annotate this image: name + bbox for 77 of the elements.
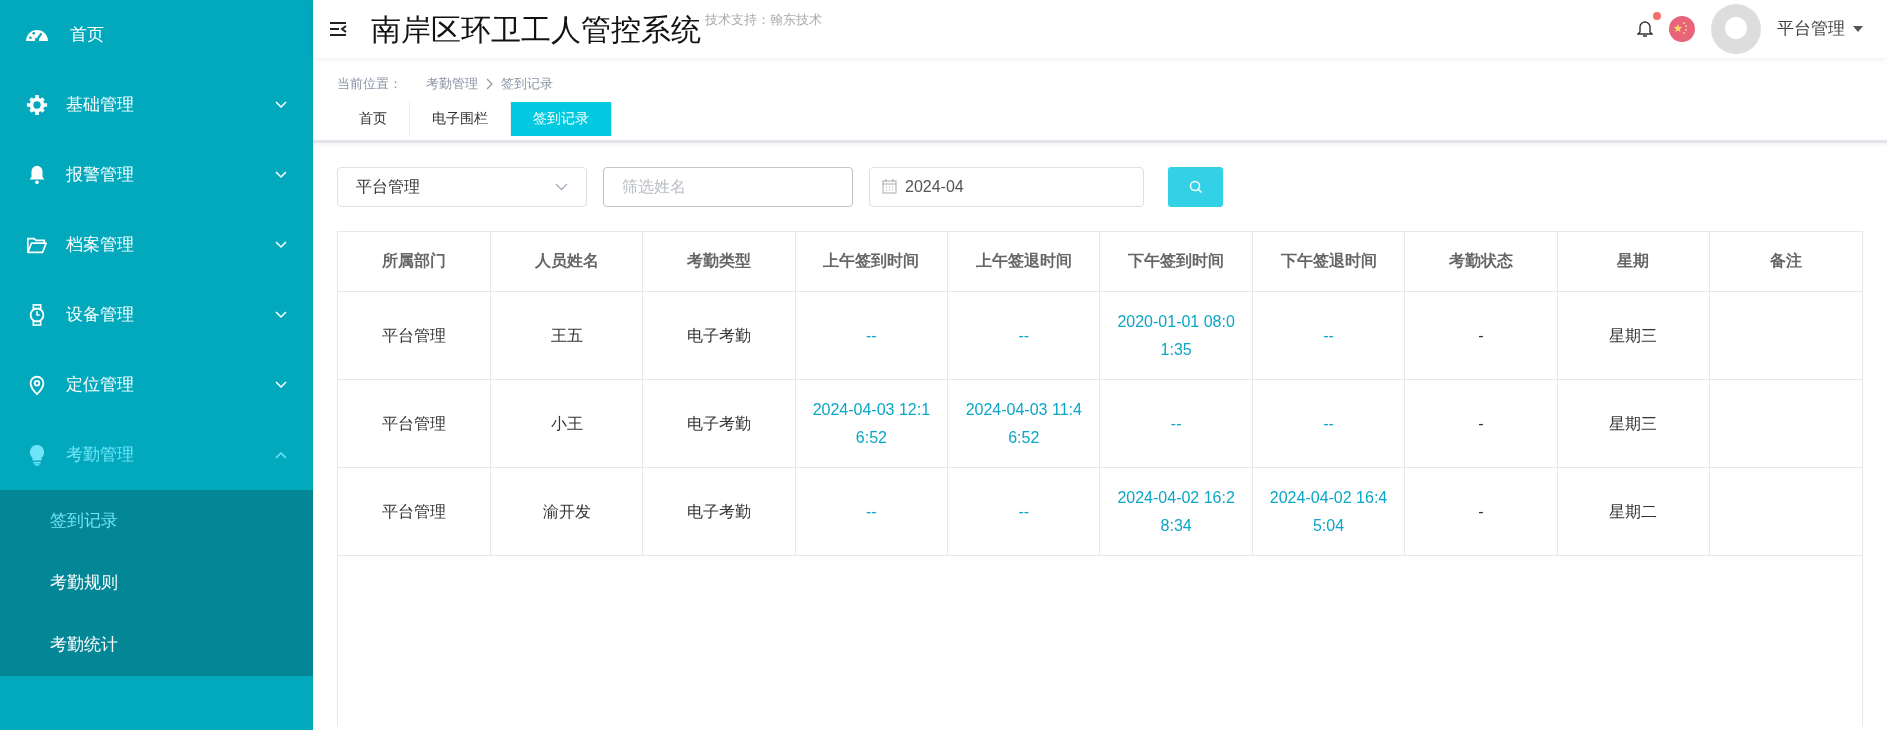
- column-header: 考勤状态: [1404, 231, 1558, 292]
- breadcrumb-label: 当前位置：: [337, 75, 402, 93]
- table-cell: 电子考勤: [642, 379, 796, 468]
- table-cell: --: [947, 291, 1100, 380]
- table-cell: --: [795, 467, 948, 556]
- chevron-right-icon: [486, 77, 493, 90]
- sidebar-item[interactable]: 首页: [0, 0, 313, 70]
- table-cell: 电子考勤: [642, 291, 796, 380]
- column-header: 下午签到时间: [1099, 231, 1253, 292]
- column-header: 所属部门: [338, 231, 491, 292]
- user-menu[interactable]: 平台管理: [1777, 16, 1863, 42]
- table-cell: --: [1252, 291, 1405, 380]
- table-cell: 王五: [490, 291, 643, 380]
- table-cell: 星期三: [1557, 379, 1710, 468]
- table-cell: --: [795, 291, 948, 380]
- table-cell: --: [947, 467, 1100, 556]
- tab[interactable]: 首页: [337, 101, 410, 136]
- column-header: 考勤类型: [642, 231, 796, 292]
- caret-down-icon: [1853, 26, 1863, 32]
- table-cell: 2020-01-01 08:01:35: [1099, 291, 1253, 380]
- month-value: 2024-04: [905, 176, 964, 197]
- calendar-icon: [882, 179, 897, 194]
- column-header: 上午签到时间: [795, 231, 948, 292]
- table-cell: 2024-04-02 16:45:04: [1252, 467, 1405, 556]
- name-filter-field[interactable]: 筛选姓名: [603, 166, 853, 207]
- month-picker-field[interactable]: 2024-04: [869, 166, 1144, 207]
- table-cell: --: [1099, 379, 1253, 468]
- table-cell: 星期三: [1557, 291, 1710, 380]
- sidebar-label: 档案管理: [66, 234, 134, 257]
- support-text: 技术支持：翰东技术: [705, 11, 822, 29]
- department-select[interactable]: 平台管理: [337, 166, 587, 207]
- sidebar-item[interactable]: 考勤管理: [0, 420, 313, 490]
- table-cell: --: [1252, 379, 1405, 468]
- column-header: 备注: [1709, 231, 1862, 292]
- table-cell: 星期二: [1557, 467, 1710, 556]
- column-header: 下午签退时间: [1252, 231, 1405, 292]
- sidebar-item[interactable]: 档案管理: [0, 210, 313, 280]
- sidebar-item[interactable]: 基础管理: [0, 70, 313, 140]
- breadcrumb-item: 签到记录: [501, 75, 553, 93]
- submenu-item[interactable]: 考勤统计: [0, 614, 313, 676]
- breadcrumb-item[interactable]: 考勤管理: [426, 74, 478, 94]
- sidebar-label: 报警管理: [66, 164, 134, 187]
- submenu-item[interactable]: 考勤规则: [0, 552, 313, 614]
- sidebar-item[interactable]: 设备管理: [0, 280, 313, 350]
- table-cell: -: [1404, 291, 1558, 380]
- table-cell: 2024-04-03 12:16:52: [795, 379, 948, 468]
- table-cell: 电子考勤: [642, 467, 796, 556]
- chevron-down-icon: [555, 182, 568, 191]
- sidebar-item[interactable]: 定位管理: [0, 350, 313, 420]
- sidebar-label: 设备管理: [66, 304, 134, 327]
- gear-icon: [26, 94, 48, 116]
- dashboard-icon: [26, 29, 48, 41]
- sidebar-item[interactable]: 报警管理: [0, 140, 313, 210]
- tab[interactable]: 签到记录: [511, 101, 612, 136]
- table-cell: -: [1404, 467, 1558, 556]
- column-header: 上午签退时间: [947, 231, 1100, 292]
- sidebar-label: 首页: [70, 24, 104, 47]
- table-cell: 平台管理: [338, 467, 491, 556]
- column-header: 星期: [1557, 231, 1710, 292]
- notification-bell-icon[interactable]: [1637, 20, 1653, 38]
- table-cell: -: [1404, 379, 1558, 468]
- table-cell: 2024-04-02 16:28:34: [1099, 467, 1253, 556]
- search-icon: [1188, 180, 1203, 195]
- flag-icon[interactable]: [1669, 16, 1695, 42]
- search-button[interactable]: [1168, 166, 1223, 207]
- table-cell: 平台管理: [338, 379, 491, 468]
- app-title: 南岸区环卫工人管控系统: [371, 11, 701, 48]
- menu-icon[interactable]: [329, 21, 347, 37]
- table-cell: 渝开发: [490, 467, 643, 556]
- sidebar-label: 基础管理: [66, 94, 134, 117]
- column-header: 人员姓名: [490, 231, 643, 292]
- submenu-item[interactable]: 签到记录: [0, 490, 313, 552]
- sidebar-label: 考勤管理: [66, 444, 134, 467]
- sidebar-label: 定位管理: [66, 374, 134, 397]
- table-cell: 平台管理: [338, 291, 491, 380]
- table-cell: 2024-04-03 11:46:52: [947, 379, 1100, 468]
- table-cell: 小王: [490, 379, 643, 468]
